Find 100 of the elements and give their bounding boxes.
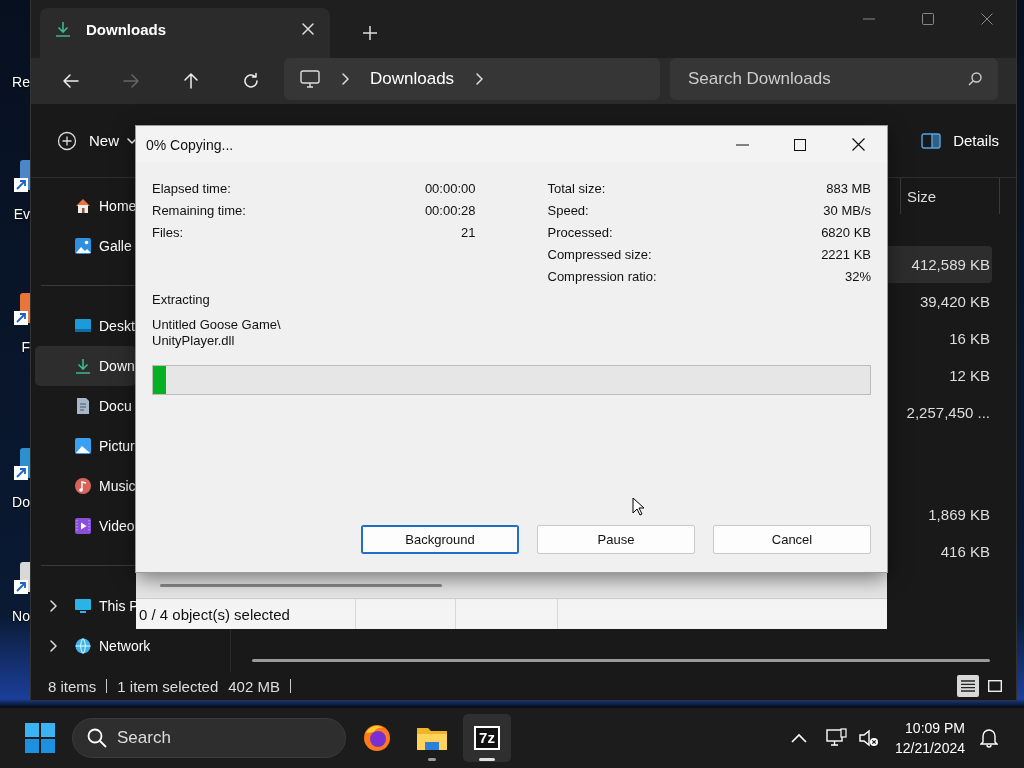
file-path: UnityPlayer.dll bbox=[152, 333, 236, 349]
status-text: 0 / 4 object(s) selected bbox=[139, 605, 290, 623]
firefox-icon bbox=[362, 723, 392, 753]
sidebar-item[interactable]: Music bbox=[35, 466, 136, 506]
scrollbar[interactable] bbox=[160, 584, 442, 587]
stat-label: Compressed size: bbox=[547, 246, 652, 262]
stat-value: 2221 KB bbox=[821, 246, 871, 262]
sidebar-item-label: Video bbox=[99, 518, 135, 534]
sidebar-item-label: Galle bbox=[99, 238, 132, 254]
clock[interactable]: 10:09 PM 12/21/2024 bbox=[894, 718, 965, 758]
column-header[interactable]: Size bbox=[900, 178, 1000, 214]
sidebar-item[interactable]: Network bbox=[35, 626, 151, 666]
breadcrumb[interactable]: Downloads bbox=[370, 69, 455, 89]
image-icon bbox=[74, 237, 92, 255]
stat-value: 6820 KB bbox=[821, 224, 871, 240]
desktop-icon-label[interactable]: Re bbox=[12, 74, 30, 90]
stat-value: 30 MB/s bbox=[823, 202, 871, 218]
sidebar-item-label: Pictur bbox=[99, 438, 135, 454]
desktop-icon-label[interactable]: F bbox=[21, 339, 30, 355]
search-field[interactable]: Search Downloads bbox=[670, 58, 998, 100]
sidebar-item[interactable]: Home bbox=[35, 186, 137, 226]
selection-info: 1 item selected bbox=[117, 677, 219, 695]
sidebar-item[interactable]: Deskt bbox=[35, 306, 136, 346]
dialog-title: 0% Copying... bbox=[146, 136, 235, 153]
maximize-icon bbox=[921, 13, 934, 25]
size-cell-text: 12 KB bbox=[949, 367, 991, 384]
stat-value: 32% bbox=[844, 268, 871, 284]
search-icon bbox=[968, 72, 982, 86]
plus-icon bbox=[363, 26, 377, 40]
plus-circle-icon bbox=[57, 130, 77, 151]
chevron-glyph bbox=[48, 600, 58, 612]
search-icon bbox=[87, 728, 107, 748]
panel-icon bbox=[921, 132, 942, 149]
sidebar-item-label: Docu bbox=[99, 398, 132, 414]
tab[interactable]: Downloads bbox=[40, 8, 330, 58]
minimize-icon bbox=[862, 18, 875, 20]
stat-value: 00:00:28 bbox=[424, 202, 476, 218]
video-icon bbox=[74, 517, 92, 535]
music-note-icon bbox=[74, 477, 92, 495]
desktop-icon-label[interactable]: Do bbox=[12, 494, 30, 510]
arrow-up-icon bbox=[182, 72, 200, 90]
sidebar-item[interactable]: Pictur bbox=[35, 426, 136, 466]
chevron-up-icon bbox=[790, 733, 807, 743]
scrollbar[interactable] bbox=[252, 659, 990, 662]
new-button[interactable]: New bbox=[57, 130, 137, 151]
stat-label: Remaining time: bbox=[152, 202, 246, 218]
dialog-button[interactable]: Pause bbox=[537, 525, 695, 554]
close-icon bbox=[980, 13, 993, 25]
stat-value: 00:00:00 bbox=[424, 180, 476, 196]
desktop-icon-label[interactable]: Ev bbox=[13, 206, 30, 222]
refresh-icon bbox=[242, 72, 260, 90]
sidebar-item-label: Music bbox=[99, 478, 136, 494]
network-icon bbox=[825, 728, 848, 748]
bell-icon bbox=[980, 728, 998, 748]
taskbar-search[interactable]: Search bbox=[72, 718, 346, 758]
arrow-right-icon bbox=[122, 72, 140, 90]
download-icon bbox=[74, 357, 92, 375]
sidebar-item[interactable]: Video bbox=[35, 506, 136, 546]
dialog-button[interactable]: Cancel bbox=[713, 525, 871, 554]
stat-label: Compression ratio: bbox=[547, 268, 657, 284]
chevron-right-icon bbox=[340, 73, 350, 85]
sidebar-item[interactable]: Down bbox=[35, 346, 136, 386]
desktop-icon-label[interactable]: No bbox=[12, 608, 30, 624]
operation-label: Extracting bbox=[152, 291, 211, 309]
sidebar-item[interactable]: Galle bbox=[35, 226, 136, 266]
details-button[interactable]: Details bbox=[921, 132, 999, 149]
stat-label: Total size: bbox=[547, 180, 606, 196]
sidebar-item[interactable]: Docu bbox=[35, 386, 136, 426]
app-logo: 7z bbox=[474, 726, 500, 750]
stat-label: Files: bbox=[152, 224, 184, 240]
sidebar-item-label: Network bbox=[99, 638, 151, 654]
image-icon bbox=[74, 437, 92, 455]
sidebar-item-label: Deskt bbox=[99, 318, 135, 334]
monitor-icon bbox=[74, 597, 92, 615]
stat-label: Elapsed time: bbox=[152, 180, 231, 196]
size-cell-text: 2,257,450 ... bbox=[906, 404, 991, 421]
dialog-button[interactable]: Background bbox=[361, 525, 519, 554]
taskbar-app-button[interactable]: 7z bbox=[463, 714, 511, 762]
chevron-right-icon bbox=[474, 73, 485, 85]
monitor-icon bbox=[300, 70, 320, 88]
minimize-icon bbox=[735, 143, 749, 146]
list-icon bbox=[961, 680, 975, 692]
tab-title: Downloads bbox=[86, 20, 167, 38]
file-path: Untitled Goose Game\ bbox=[152, 317, 282, 333]
stat-label: Speed: bbox=[547, 202, 589, 218]
stat-value: 883 MB bbox=[826, 180, 871, 196]
selection-size: 402 MB bbox=[228, 677, 280, 695]
windows-logo-icon bbox=[25, 723, 55, 753]
chevron-glyph bbox=[48, 640, 58, 652]
globe-icon bbox=[74, 637, 92, 655]
sidebar-item-label: Home bbox=[99, 198, 137, 214]
close-icon bbox=[851, 138, 865, 151]
maximize-icon bbox=[794, 138, 806, 151]
download-icon bbox=[54, 20, 72, 38]
cursor-icon bbox=[632, 497, 644, 516]
close-icon bbox=[302, 23, 314, 35]
arrow-left-icon bbox=[62, 72, 80, 90]
address-bar[interactable]: Downloads bbox=[284, 58, 660, 100]
size-cell-text: 1,869 KB bbox=[928, 506, 991, 523]
details-view-button[interactable] bbox=[957, 675, 979, 697]
